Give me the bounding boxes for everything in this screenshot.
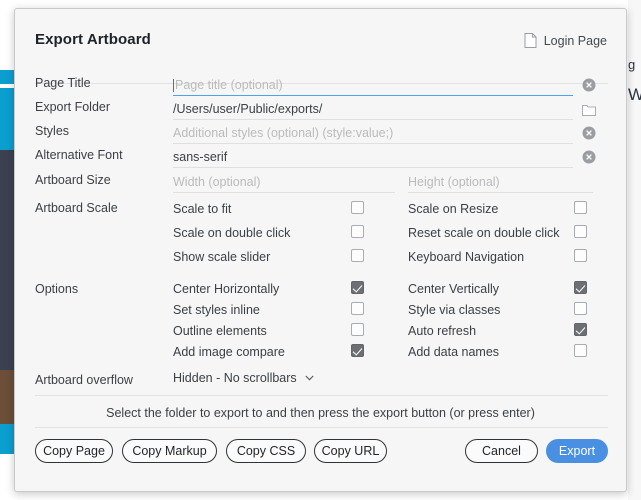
checkbox-label: Scale on Resize	[408, 202, 499, 216]
artboard-width-input[interactable]: Width (optional)	[173, 171, 395, 193]
page-title-input[interactable]: Page title (optional)	[173, 74, 573, 96]
checkbox-label: Auto refresh	[408, 324, 477, 338]
export-button[interactable]: Export	[546, 439, 608, 463]
alternative-font-label: Alternative Font	[35, 148, 123, 162]
checkbox-label: Scale to fit	[173, 202, 232, 216]
checkbox-label: Scale on double click	[173, 226, 291, 240]
clear-icon[interactable]	[582, 78, 596, 92]
styles-label: Styles	[35, 124, 70, 138]
checkbox-label: Add image compare	[173, 345, 285, 359]
teal-band-bottom	[0, 424, 15, 454]
copy-css-button[interactable]: Copy CSS	[226, 439, 306, 463]
artboard-overflow-label: Artboard overflow	[35, 373, 133, 387]
dialog-header: Export Artboard Login Page	[15, 31, 626, 84]
chevron-down-icon	[305, 375, 314, 381]
options-label: Options	[35, 282, 79, 296]
checkbox-box[interactable]	[351, 302, 364, 315]
page-title-label: Page Title	[35, 76, 91, 90]
text-caret	[173, 79, 174, 92]
export-folder-label: Export Folder	[35, 100, 111, 114]
styles-input[interactable]: Additional styles (optional) (style:valu…	[173, 122, 573, 144]
checkbox-box[interactable]	[574, 281, 587, 294]
checkbox-label: Show scale slider	[173, 250, 271, 264]
checkbox-box[interactable]	[351, 323, 364, 336]
hint-text: Select the folder to export to and then …	[106, 406, 535, 420]
cancel-button[interactable]: Cancel	[465, 439, 538, 463]
login-page-selector[interactable]: Login Page	[524, 33, 607, 48]
checkbox-label: Style via classes	[408, 303, 501, 317]
teal-band-main	[0, 88, 15, 150]
options-section: Options	[15, 280, 626, 304]
checkbox-box[interactable]	[574, 323, 587, 336]
footer-divider-top	[35, 395, 608, 396]
field-row-artboard-size: Artboard Size Width (optional) Height (o…	[15, 171, 626, 195]
backdrop-right-text-2: W	[628, 88, 641, 102]
copy-page-button[interactable]: Copy Page	[35, 439, 113, 463]
artboard-size-label: Artboard Size	[35, 173, 111, 187]
backdrop-right-text-1: g	[628, 58, 636, 72]
checkbox-box[interactable]	[351, 225, 364, 238]
export-artboard-dialog: Export Artboard Login Page Page Title Pa…	[14, 8, 627, 492]
login-page-label: Login Page	[543, 33, 607, 48]
white-base	[0, 454, 15, 500]
footer-divider-bottom	[35, 427, 608, 428]
page-title-placeholder: Page title (optional)	[175, 78, 283, 92]
backdrop-right-column	[628, 0, 641, 500]
checkbox-label: Center Horizontally	[173, 282, 280, 296]
checkbox-box[interactable]	[351, 201, 364, 214]
checkbox-label: Reset scale on double click	[408, 226, 560, 240]
checkbox-label: Add data names	[408, 345, 500, 359]
checkbox-box[interactable]	[574, 249, 587, 262]
checkbox-box[interactable]	[351, 281, 364, 294]
artboard-overflow-row: Artboard overflow Hidden - No scrollbars	[15, 371, 626, 395]
page-title: Export Artboard	[35, 31, 151, 48]
checkbox-label: Outline elements	[173, 324, 267, 338]
dark-panel	[0, 150, 15, 370]
checkbox-box[interactable]	[574, 225, 587, 238]
export-folder-input[interactable]: /Users/user/Public/exports/	[173, 98, 573, 120]
checkbox-box[interactable]	[574, 302, 587, 315]
field-row-alternative-font: Alternative Font sans-serif	[15, 146, 626, 170]
field-row-styles: Styles Additional styles (optional) (sty…	[15, 122, 626, 146]
field-row-page-title: Page Title Page title (optional)	[15, 74, 626, 98]
artboard-scale-label: Artboard Scale	[35, 201, 118, 215]
folder-icon[interactable]	[582, 103, 596, 116]
alternative-font-input[interactable]: sans-serif	[173, 146, 573, 168]
checkbox-box[interactable]	[351, 249, 364, 262]
copy-markup-button[interactable]: Copy Markup	[122, 439, 217, 463]
document-icon	[524, 33, 537, 48]
artboard-height-input[interactable]: Height (optional)	[408, 171, 593, 193]
checkbox-label: Center Vertically	[408, 282, 500, 296]
clear-icon[interactable]	[582, 126, 596, 140]
checkbox-label: Set styles inline	[173, 303, 260, 317]
brown-panel	[0, 370, 15, 424]
clear-icon[interactable]	[582, 150, 596, 164]
checkbox-box[interactable]	[574, 344, 587, 357]
checkbox-box[interactable]	[574, 201, 587, 214]
checkbox-label: Keyboard Navigation	[408, 250, 525, 264]
field-row-export-folder: Export Folder /Users/user/Public/exports…	[15, 98, 626, 122]
artboard-overflow-select[interactable]: Hidden - No scrollbars	[173, 371, 314, 385]
copy-url-button[interactable]: Copy URL	[314, 439, 387, 463]
artboard-scale-section: Artboard Scale	[15, 199, 626, 223]
checkbox-box[interactable]	[351, 344, 364, 357]
artboard-overflow-value: Hidden - No scrollbars	[173, 371, 297, 385]
teal-band-top	[0, 70, 15, 84]
